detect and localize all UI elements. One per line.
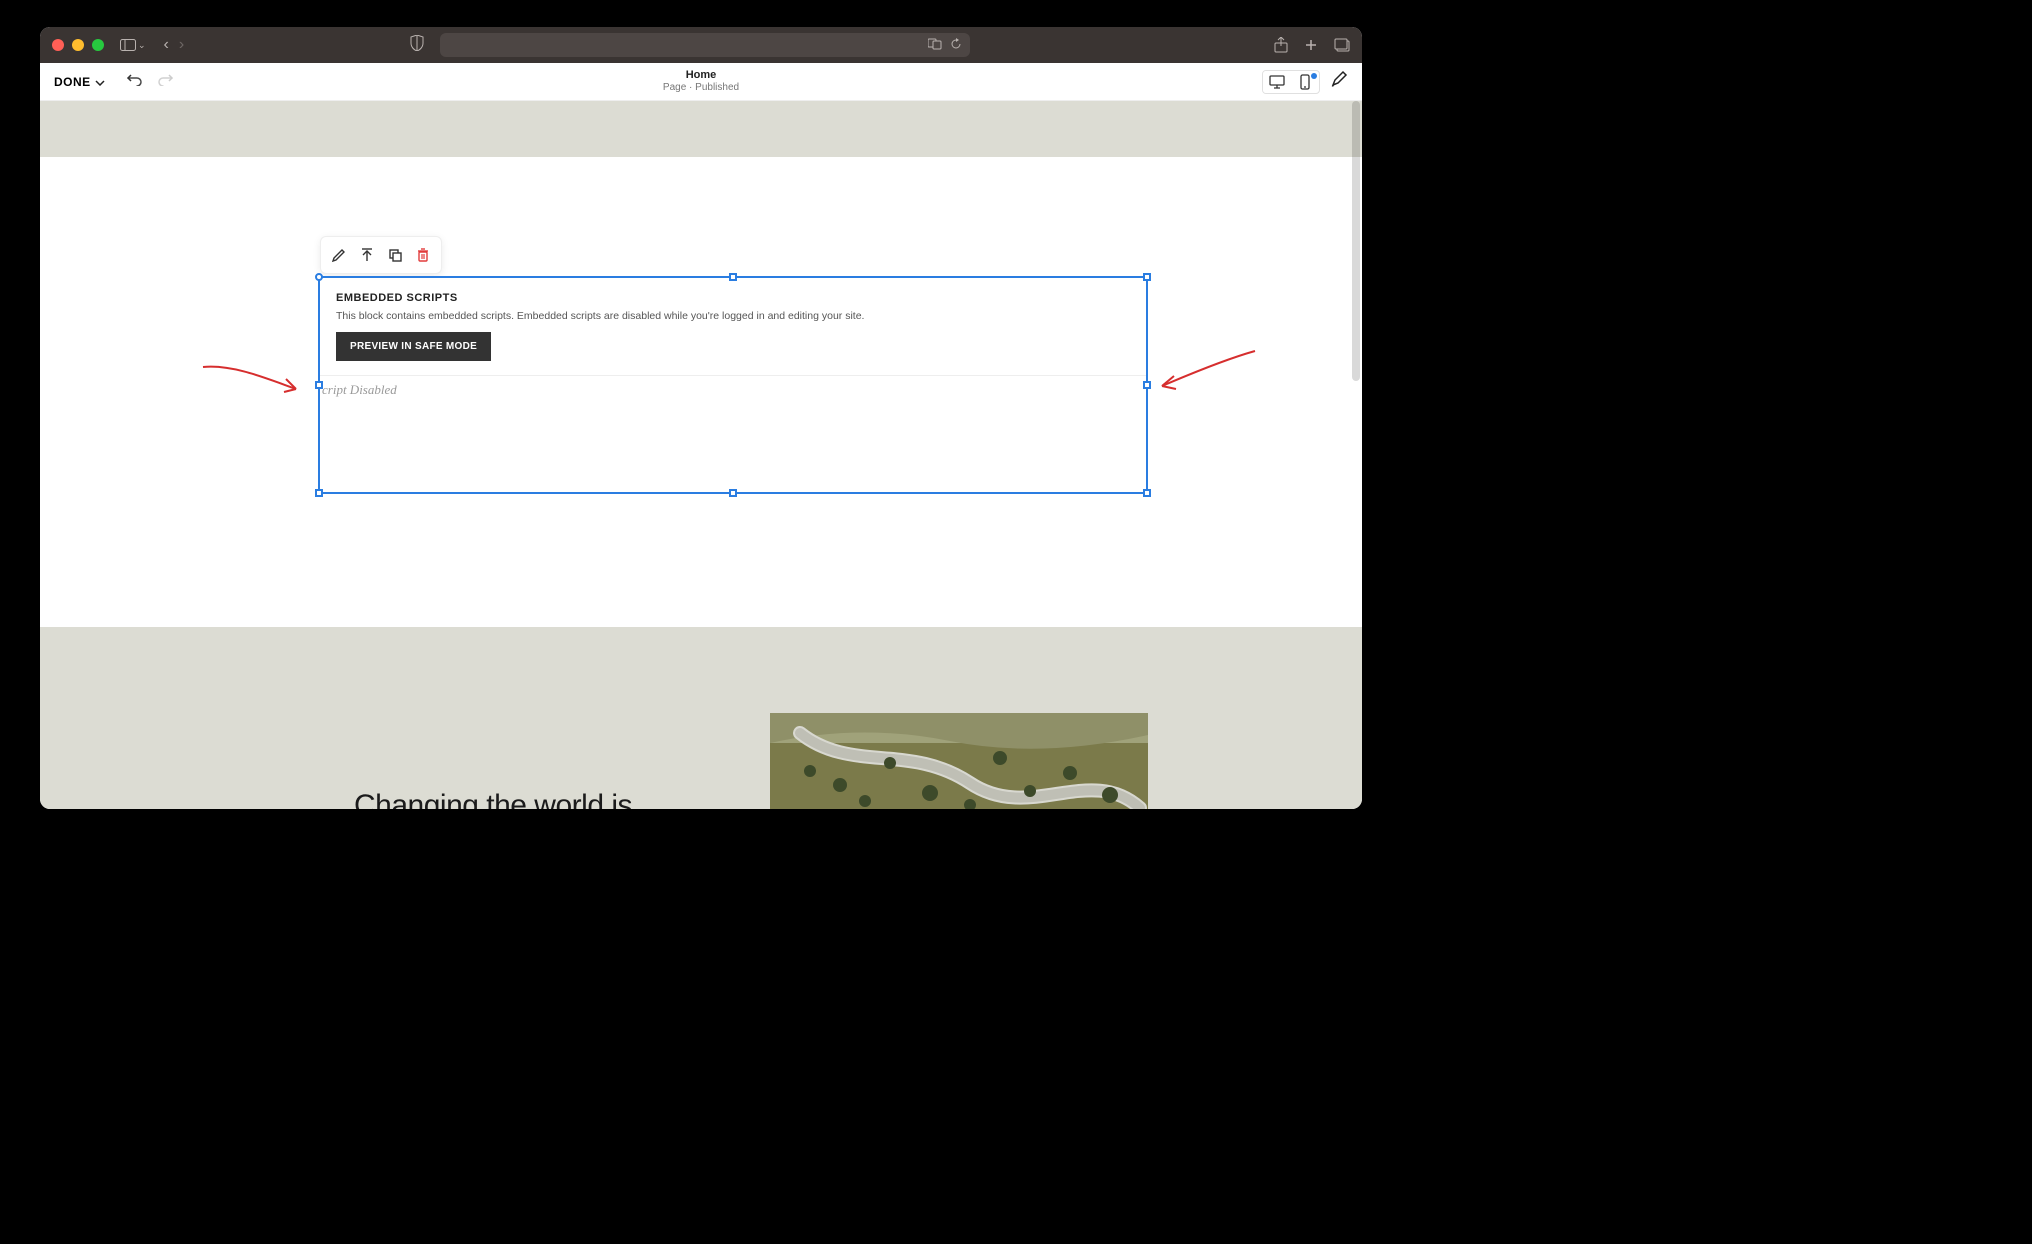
window-maximize-button[interactable]: [92, 39, 104, 51]
lower-heading: Changing the world is: [354, 789, 632, 809]
address-bar[interactable]: [440, 33, 970, 57]
traffic-lights: [52, 39, 104, 51]
browser-window: ⌄ ‹ › DONE: [40, 27, 1362, 809]
resize-handle-br[interactable]: [1143, 489, 1151, 497]
duplicate-button[interactable]: [381, 241, 409, 269]
done-label: DONE: [54, 75, 91, 89]
device-toggle: [1262, 70, 1320, 94]
script-disabled-text: cript Disabled: [320, 376, 1146, 404]
preview-safe-mode-button[interactable]: PREVIEW IN SAFE MODE: [336, 332, 491, 361]
resize-handle-ml[interactable]: [315, 381, 323, 389]
scrollbar[interactable]: [1352, 101, 1360, 381]
desktop-view-button[interactable]: [1263, 71, 1291, 93]
undo-redo-group: [127, 72, 173, 91]
redo-button[interactable]: [157, 72, 173, 91]
page-status-text: Page · Published: [663, 82, 739, 94]
embed-title: EMBEDDED SCRIPTS: [336, 292, 1130, 304]
page-title: Home Page · Published: [663, 69, 739, 94]
chevron-down-icon: [95, 75, 105, 89]
delete-button[interactable]: [409, 241, 437, 269]
sidebar-toggle-icon[interactable]: ⌄: [120, 39, 146, 51]
styles-brush-icon[interactable]: [1330, 70, 1348, 93]
toolbar-right: [1262, 70, 1348, 94]
app-toolbar: DONE Home Page · Published: [40, 63, 1362, 101]
page-title-text: Home: [663, 69, 739, 82]
canvas-viewport[interactable]: EMBEDDED SCRIPTS This block contains emb…: [40, 101, 1362, 809]
resize-handle-tr[interactable]: [1143, 273, 1151, 281]
share-icon[interactable]: [1274, 37, 1288, 53]
new-tab-icon[interactable]: [1304, 38, 1318, 52]
selected-embed-block[interactable]: EMBEDDED SCRIPTS This block contains emb…: [318, 276, 1148, 494]
resize-handle-bl[interactable]: [315, 489, 323, 497]
embed-description: This block contains embedded scripts. Em…: [336, 310, 1130, 322]
resize-handle-bm[interactable]: [729, 489, 737, 497]
back-button[interactable]: ‹: [164, 36, 169, 54]
privacy-shield-icon[interactable]: [410, 35, 424, 56]
move-up-button[interactable]: [353, 241, 381, 269]
tab-overview-icon[interactable]: [1334, 38, 1350, 52]
chrome-right-icons: [1274, 37, 1350, 53]
translate-icon[interactable]: [928, 38, 942, 53]
window-minimize-button[interactable]: [72, 39, 84, 51]
embed-header: EMBEDDED SCRIPTS This block contains emb…: [320, 278, 1146, 376]
window-close-button[interactable]: [52, 39, 64, 51]
done-button[interactable]: DONE: [54, 75, 105, 89]
nav-arrows: ‹ ›: [164, 36, 185, 54]
resize-handle-tm[interactable]: [729, 273, 737, 281]
reload-icon[interactable]: [950, 38, 962, 53]
notification-dot: [1311, 73, 1317, 79]
block-toolbar: [320, 236, 442, 274]
landscape-image: [770, 713, 1148, 809]
resize-handle-tl[interactable]: [315, 273, 323, 281]
chevron-down-icon: ⌄: [138, 40, 146, 51]
undo-button[interactable]: [127, 72, 143, 91]
forward-button[interactable]: ›: [179, 36, 184, 54]
browser-chrome: ⌄ ‹ ›: [40, 27, 1362, 63]
resize-handle-mr[interactable]: [1143, 381, 1151, 389]
edit-block-button[interactable]: [325, 241, 353, 269]
mobile-view-button[interactable]: [1291, 71, 1319, 93]
